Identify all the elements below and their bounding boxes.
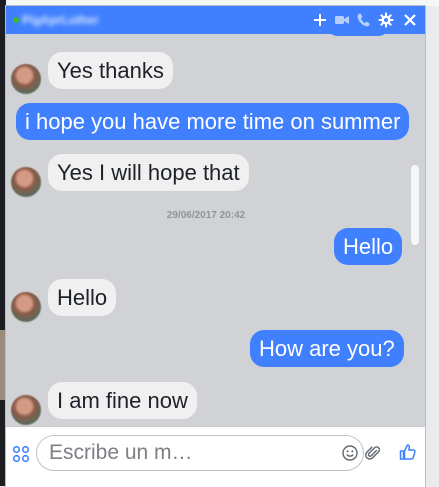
message-bubble-out: Hello	[334, 228, 403, 265]
message-bubble-in: I am fine now	[48, 382, 197, 419]
message-input-field[interactable]	[36, 435, 381, 471]
gear-icon[interactable]	[378, 12, 394, 28]
close-icon[interactable]	[402, 12, 418, 28]
composer	[6, 426, 425, 487]
avatar[interactable]	[11, 167, 41, 197]
message-bubble-in: Yes I will hope that	[48, 154, 249, 191]
message-list[interactable]: Yes thanks i hope you have more time on …	[6, 34, 425, 426]
video-icon[interactable]	[334, 12, 350, 28]
scrollbar-thumb[interactable]	[411, 165, 419, 245]
plus-icon[interactable]	[312, 12, 328, 28]
message-bubble-in: Hello	[48, 279, 117, 316]
avatar[interactable]	[11, 64, 41, 94]
message-input[interactable]	[47, 440, 331, 466]
like-icon[interactable]	[399, 443, 417, 461]
background-right-panel	[425, 6, 439, 486]
chat-titlebar[interactable]: PigAprLuther	[6, 6, 425, 34]
paperclip-icon[interactable]	[365, 445, 381, 461]
timestamp: 29/06/2017 20:42	[166, 210, 246, 221]
emoji-icon[interactable]	[342, 445, 358, 461]
chat-window: PigAprLuther Yes thanks i hope you have …	[6, 6, 425, 487]
message-bubble-in: Yes thanks	[48, 52, 173, 89]
phone-icon[interactable]	[356, 12, 372, 28]
message-bubble-out: How are you?	[250, 330, 404, 367]
message-bubble-out-partial	[326, 34, 390, 36]
scrollbar[interactable]	[411, 70, 419, 426]
contact-name[interactable]: PigAprLuther	[22, 13, 99, 27]
apps-icon[interactable]	[12, 445, 30, 463]
avatar[interactable]	[11, 292, 41, 322]
avatar[interactable]	[11, 395, 41, 425]
online-status-dot	[13, 17, 19, 23]
message-bubble-out: i hope you have more time on summer	[16, 103, 410, 140]
